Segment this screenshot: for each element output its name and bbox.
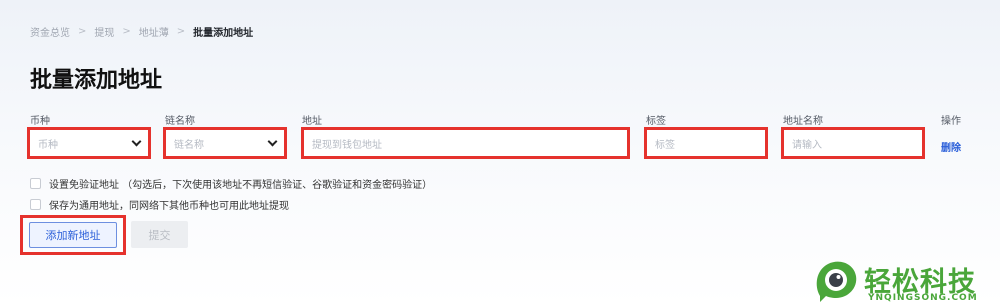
breadcrumb: 资金总览 > 提现 > 地址薄 > 批量添加地址 bbox=[30, 24, 253, 39]
add-address-highlight: 添加新地址 bbox=[20, 215, 126, 255]
column-label-ops: 操作 bbox=[941, 116, 961, 127]
tag-input[interactable]: 标签 bbox=[644, 127, 768, 159]
address-input[interactable]: 提现到钱包地址 bbox=[301, 127, 630, 159]
add-new-address-button[interactable]: 添加新地址 bbox=[29, 222, 117, 248]
watermark-url: YNQINGSONG.COM bbox=[868, 293, 978, 303]
column-label-chain: 链名称 bbox=[165, 116, 195, 127]
address-name-input[interactable]: 请输入 bbox=[781, 127, 925, 159]
watermark: 轻松科技 YNQINGSONG.COM bbox=[812, 256, 1000, 305]
column-label-coin: 币种 bbox=[30, 116, 50, 127]
exempt-verify-option[interactable]: 设置免验证地址 （勾选后，下次使用该地址不再短信验证、谷歌验证和资金密码验证） bbox=[30, 176, 432, 191]
chevron-down-icon bbox=[267, 136, 278, 146]
delete-link[interactable]: 删除 bbox=[941, 139, 961, 154]
breadcrumb-separator: > bbox=[176, 26, 186, 37]
column-label-tag: 标签 bbox=[646, 116, 666, 127]
universal-address-checkbox[interactable] bbox=[30, 199, 41, 210]
coin-select-placeholder: 币种 bbox=[38, 139, 58, 151]
coin-select[interactable]: 币种 bbox=[27, 127, 151, 159]
column-label-address-name: 地址名称 bbox=[783, 116, 823, 127]
chain-select[interactable]: 链名称 bbox=[163, 127, 287, 159]
universal-address-label: 保存为通用地址，同网络下其他币种也可用此地址提现 bbox=[49, 201, 289, 212]
submit-button[interactable]: 提交 bbox=[131, 221, 188, 248]
exempt-verify-label: 设置免验证地址 （勾选后，下次使用该地址不再短信验证、谷歌验证和资金密码验证） bbox=[49, 180, 433, 191]
address-name-input-placeholder: 请输入 bbox=[792, 139, 822, 151]
breadcrumb-separator: > bbox=[78, 26, 87, 37]
universal-address-option[interactable]: 保存为通用地址，同网络下其他币种也可用此地址提现 bbox=[30, 197, 289, 212]
address-input-placeholder: 提现到钱包地址 bbox=[312, 139, 382, 151]
breadcrumb-address-book[interactable]: 地址薄 bbox=[139, 24, 169, 39]
brand-logo-icon bbox=[816, 261, 857, 302]
exempt-verify-checkbox[interactable] bbox=[30, 178, 41, 189]
breadcrumb-fund-overview[interactable]: 资金总览 bbox=[30, 24, 70, 39]
breadcrumb-withdraw[interactable]: 提现 bbox=[94, 24, 114, 39]
chain-select-placeholder: 链名称 bbox=[174, 139, 204, 151]
breadcrumb-current: 批量添加地址 bbox=[193, 28, 254, 39]
chevron-down-icon bbox=[131, 136, 142, 146]
breadcrumb-separator: > bbox=[122, 26, 131, 37]
tag-input-placeholder: 标签 bbox=[655, 139, 675, 151]
page-title: 批量添加地址 bbox=[30, 68, 163, 93]
column-label-address: 地址 bbox=[302, 116, 322, 127]
